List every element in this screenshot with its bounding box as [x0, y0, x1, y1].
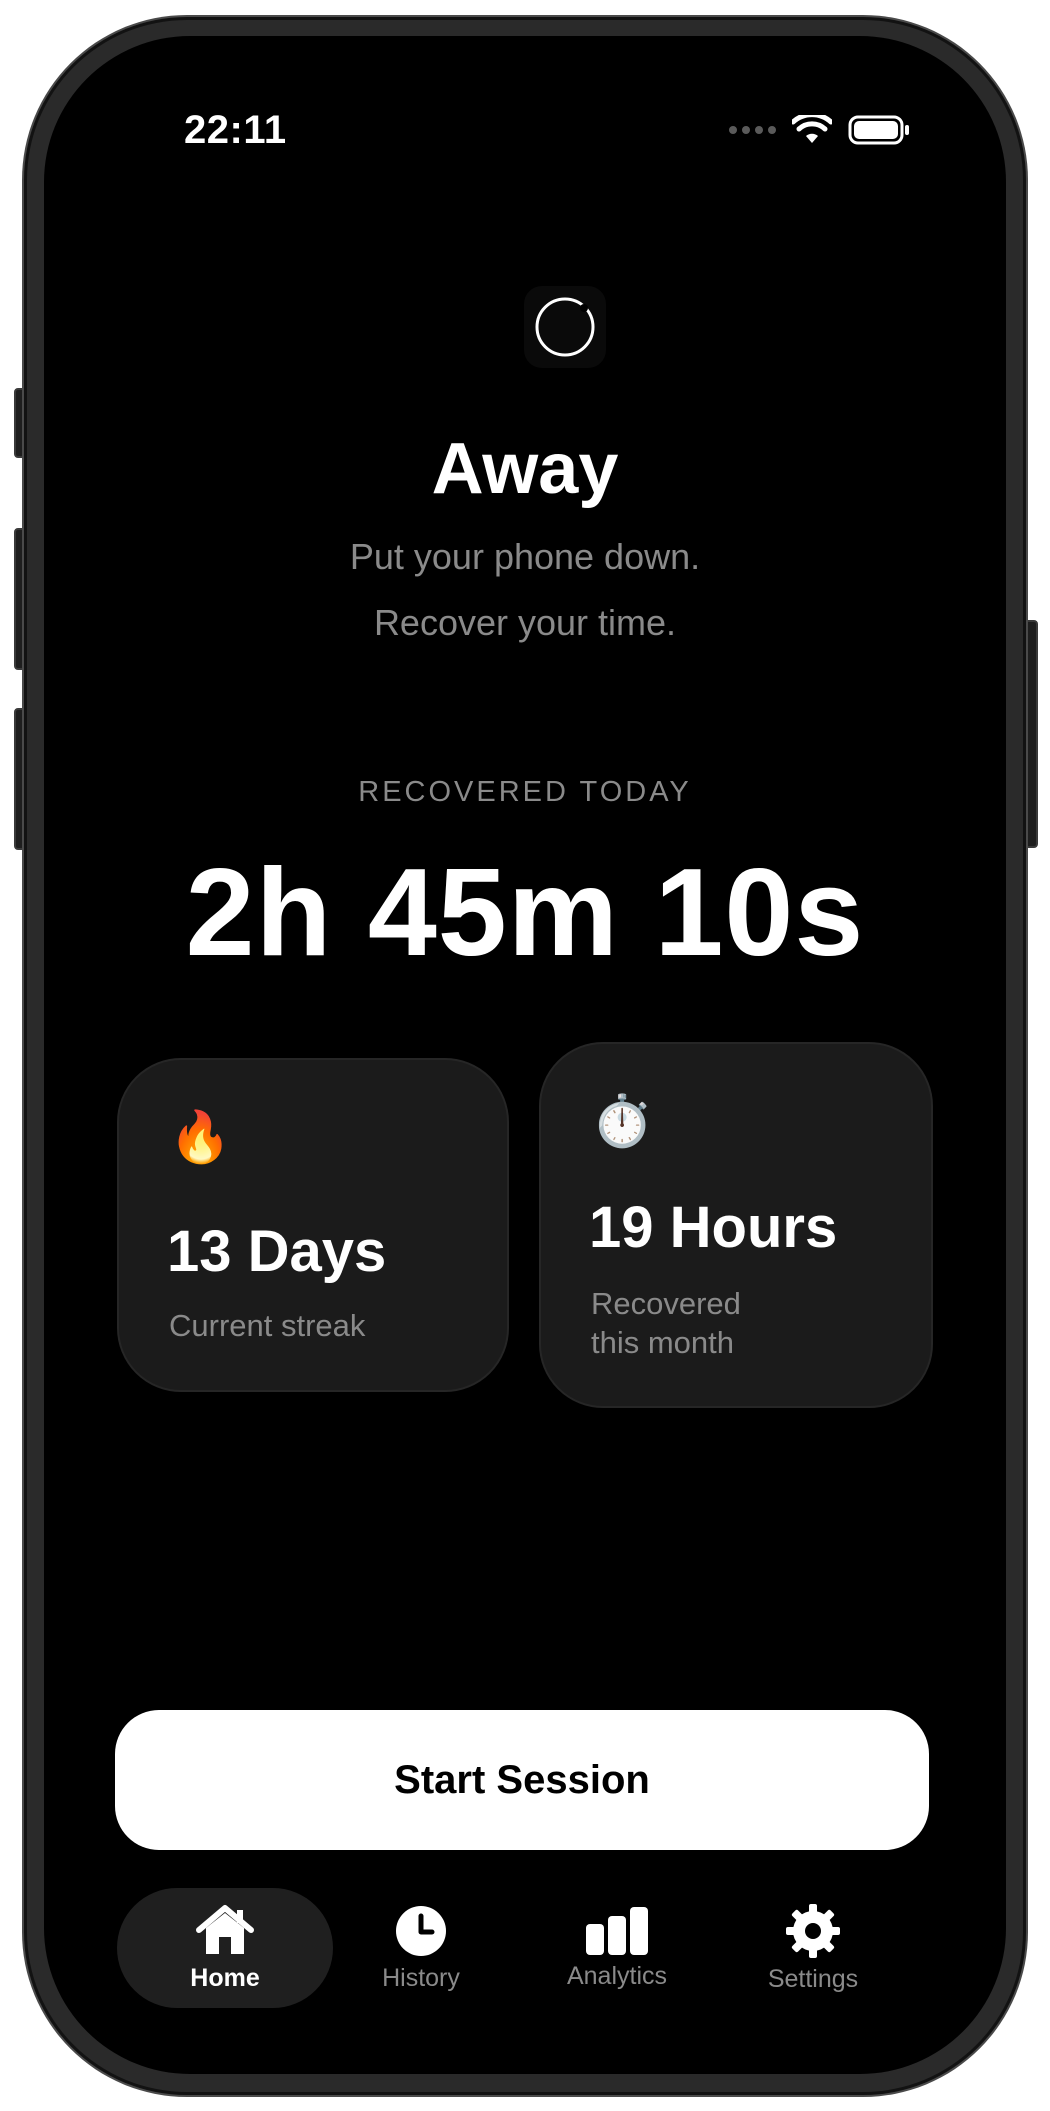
tagline-line-1: Put your phone down. — [349, 536, 701, 577]
cellular-signal-icon — [729, 126, 776, 134]
stopwatch-icon: ⏱️ — [591, 1093, 654, 1149]
app-screen: 22:11 Away Put your phone down. Recover … — [44, 36, 1006, 2074]
monthly-caption-line-1: Recovered — [591, 1286, 741, 1321]
streak-card: 🔥 13 Days Current streak — [117, 1058, 509, 1392]
status-time: 22:11 — [184, 108, 287, 152]
gear-icon — [786, 1903, 840, 1958]
clock-icon — [396, 1905, 446, 1956]
status-icons — [729, 114, 910, 146]
power-button — [1022, 620, 1038, 848]
monthly-caption-line-2: this month — [591, 1325, 735, 1360]
tab-bar: Home History Analytics Settings — [117, 1888, 917, 2008]
tab-home[interactable]: Home — [117, 1888, 333, 2008]
streak-value: 13 Days — [167, 1219, 387, 1284]
tab-analytics[interactable]: Analytics — [519, 1888, 715, 2008]
monthly-recovered-card: ⏱️ 19 Hours Recovered this month — [539, 1042, 933, 1408]
bar-chart-icon — [586, 1906, 648, 1955]
tab-settings[interactable]: Settings — [715, 1888, 911, 2008]
tab-history[interactable]: History — [323, 1888, 519, 2008]
battery-icon — [848, 115, 909, 145]
app-logo — [524, 286, 606, 368]
tab-home-label: Home — [190, 1963, 260, 1992]
recovered-today-value: 2h 45m 10s — [185, 844, 865, 982]
wifi-icon — [792, 115, 832, 143]
recovered-today-label: RECOVERED TODAY — [358, 776, 692, 808]
tab-analytics-label: Analytics — [566, 1961, 668, 1990]
fire-icon: 🔥 — [169, 1109, 232, 1165]
house-icon — [196, 1904, 254, 1954]
ring-logo-icon — [524, 286, 606, 368]
monthly-value: 19 Hours — [589, 1195, 838, 1260]
tab-settings-label: Settings — [767, 1964, 859, 1993]
start-session-button[interactable]: Start Session — [115, 1710, 929, 1850]
streak-caption: Current streak — [169, 1308, 366, 1343]
app-title: Away — [431, 429, 619, 509]
tagline-line-2: Recover your time. — [373, 602, 677, 643]
tab-history-label: History — [382, 1963, 460, 1992]
